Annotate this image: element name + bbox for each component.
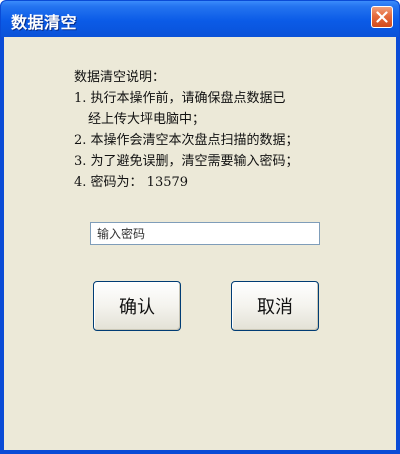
instruction-item-2: 2. 本操作会清空本次盘点扫描的数据； xyxy=(74,133,299,148)
close-icon xyxy=(376,11,388,23)
title-bar[interactable]: 数据清空 xyxy=(1,1,399,37)
dialog-window: 数据清空 数据清空说明： 1. 执行本操作前，请确保盘点数据已 经上传大坪电脑中… xyxy=(0,0,400,454)
dialog-body: 数据清空说明： 1. 执行本操作前，请确保盘点数据已 经上传大坪电脑中； 2. … xyxy=(4,37,396,450)
password-input[interactable] xyxy=(90,222,320,245)
close-button[interactable] xyxy=(371,6,393,28)
instructions-heading: 数据清空说明： xyxy=(74,70,166,85)
instruction-item-3: 3. 为了避免误删，清空需要输入密码； xyxy=(74,154,299,169)
instruction-item-1: 1. 执行本操作前，请确保盘点数据已 xyxy=(74,91,286,106)
confirm-button[interactable]: 确认 xyxy=(93,281,181,331)
instruction-item-1-continued: 经上传大坪电脑中； xyxy=(88,112,206,127)
window-title: 数据清空 xyxy=(11,13,78,32)
cancel-button[interactable]: 取消 xyxy=(231,281,319,331)
instructions-text: 数据清空说明： 1. 执行本操作前，请确保盘点数据已 经上传大坪电脑中； 2. … xyxy=(74,67,374,193)
instruction-item-4: 4. 密码为： 13579 xyxy=(74,175,189,190)
